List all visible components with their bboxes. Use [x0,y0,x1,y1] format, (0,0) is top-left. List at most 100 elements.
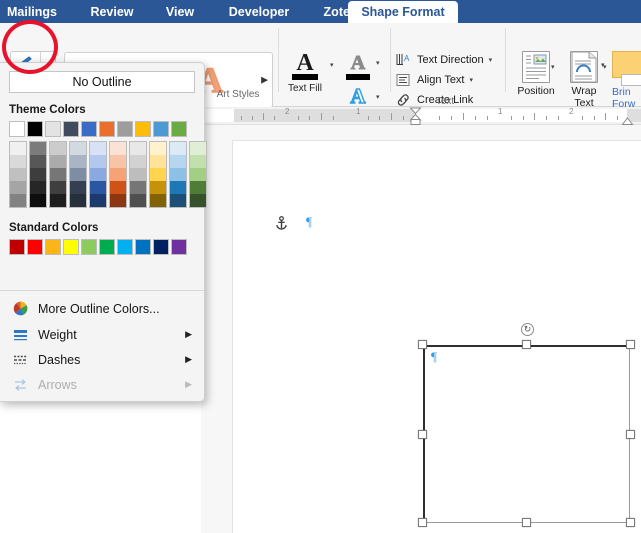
theme-variant-col-9[interactable] [189,141,207,208]
chevron-down-icon[interactable]: ▾ [489,56,493,64]
theme-colors-title: Theme Colors [9,104,86,116]
theme-swatch-3[interactable] [63,121,79,137]
tab-developer[interactable]: Developer [211,0,307,23]
ruler-text-area [415,109,627,122]
glyph-a: A [350,84,367,108]
standard-swatch-2[interactable] [45,239,61,255]
tab-review[interactable]: Review [76,0,148,23]
standard-swatch-7[interactable] [135,239,151,255]
theme-swatch-5[interactable] [99,121,115,137]
standard-swatch-9[interactable] [171,239,187,255]
group-divider [505,28,506,92]
wrap-text-label-line1: Wrap [571,85,597,97]
chevron-down-icon: ▾ [330,62,334,69]
standard-swatch-3[interactable] [63,239,79,255]
bring-forward-icon [612,51,641,86]
no-outline-label: No Outline [72,75,132,89]
position-button[interactable]: Position [508,51,564,97]
theme-swatch-0[interactable] [9,121,25,137]
tab-label: Shape Format [361,5,445,19]
theme-swatch-8[interactable] [153,121,169,137]
word-window: Mailings Review View Developer Zotero Sh… [0,0,641,533]
standard-swatch-5[interactable] [99,239,115,255]
theme-swatch-2[interactable] [45,121,61,137]
text-effects-button[interactable]: A [341,84,375,108]
horizontal-ruler[interactable]: 2 1 1 2 [201,107,641,125]
tab-label: Developer [228,4,290,19]
theme-variant-col-4[interactable] [89,141,107,208]
theme-swatch-6[interactable] [117,121,133,137]
text-group-label: Text [435,96,455,107]
resize-handle-bottom-right[interactable] [626,518,635,527]
theme-swatch-9[interactable] [171,121,187,137]
resize-handle-top-right[interactable] [626,340,635,349]
theme-variant-col-6[interactable] [129,141,147,208]
text-direction-command[interactable]: A Text Direction ▾ [395,52,492,68]
paragraph-mark: ¶ [306,214,312,229]
bring-forward-caret[interactable]: ▾ [601,61,605,69]
weight-item[interactable]: Weight ▶ [0,322,204,347]
text-outline-button[interactable]: A [341,52,375,80]
text-outline-glyph: A [341,52,375,75]
standard-swatch-0[interactable] [9,239,25,255]
ruler-indent-left [234,109,415,122]
theme-variant-grid[interactable] [9,141,207,208]
text-fill-caret[interactable]: ▾ [330,61,334,69]
no-outline-option[interactable]: No Outline [9,71,195,93]
resize-handle-bottom-center[interactable] [522,518,531,527]
wordart-gallery-more-button[interactable]: ▶ [261,75,268,86]
tab-shape-format[interactable]: Shape Format [348,1,458,23]
ruler-margin-left [201,109,234,122]
theme-variant-col-7[interactable] [149,141,167,208]
chevron-down-icon[interactable]: ▾ [470,76,474,84]
submenu-arrow-icon: ▶ [185,329,192,339]
theme-variant-col-5[interactable] [109,141,127,208]
tab-view[interactable]: View [152,0,208,23]
text-effects-caret[interactable]: ▾ [376,93,380,101]
standard-swatch-4[interactable] [81,239,97,255]
ruler-number: 1 [498,107,503,116]
theme-variant-col-1[interactable] [29,141,47,208]
theme-base-swatches[interactable] [9,121,204,137]
theme-variant-col-0[interactable] [9,141,27,208]
text-effects-glyph: A [341,84,375,108]
theme-variant-col-2[interactable] [49,141,67,208]
wrap-text-button[interactable]: Wrap Text [560,51,608,109]
align-text-command[interactable]: Align Text ▾ [395,72,473,88]
standard-color-swatches[interactable] [9,239,204,255]
arrows-label: Arrows [38,377,77,392]
standard-swatch-8[interactable] [153,239,169,255]
theme-swatch-4[interactable] [81,121,97,137]
shape-outline-dropdown[interactable]: No Outline Theme Colors Standard Colors … [0,62,207,402]
chevron-down-icon: ▾ [376,94,380,101]
position-caret[interactable]: ▾ [551,63,555,71]
theme-swatch-7[interactable] [135,121,151,137]
bring-forward-button[interactable]: Brin Forw [612,51,641,110]
resize-handle-middle-left[interactable] [418,430,427,439]
align-text-icon [395,72,412,88]
resize-handle-bottom-left[interactable] [418,518,427,527]
text-outline-caret[interactable]: ▾ [376,59,380,67]
rotate-handle[interactable]: ↻ [521,323,534,336]
ruler-number: 1 [356,107,361,116]
dashes-label: Dashes [38,352,81,367]
theme-variant-col-3[interactable] [69,141,87,208]
chevron-down-icon: ▾ [551,64,555,71]
glyph-a: A [296,50,314,76]
text-fill-button[interactable]: A Text Fill [281,50,329,94]
theme-swatch-1[interactable] [27,121,43,137]
text-direction-icon: A [395,52,412,68]
standard-swatch-1[interactable] [27,239,43,255]
resize-handle-middle-right[interactable] [626,430,635,439]
dashes-item[interactable]: Dashes ▶ [0,347,204,372]
menu-divider [0,290,204,291]
text-box-shape[interactable]: ¶ ↻ [418,323,635,527]
resize-handle-top-left[interactable] [418,340,427,349]
glyph-a: A [350,52,366,75]
resize-handle-top-center[interactable] [522,340,531,349]
ruler-number: 2 [569,107,574,116]
standard-swatch-6[interactable] [117,239,133,255]
more-outline-colors-item[interactable]: More Outline Colors... [0,296,204,321]
theme-variant-col-8[interactable] [169,141,187,208]
tab-mailings[interactable]: Mailings [0,0,72,23]
